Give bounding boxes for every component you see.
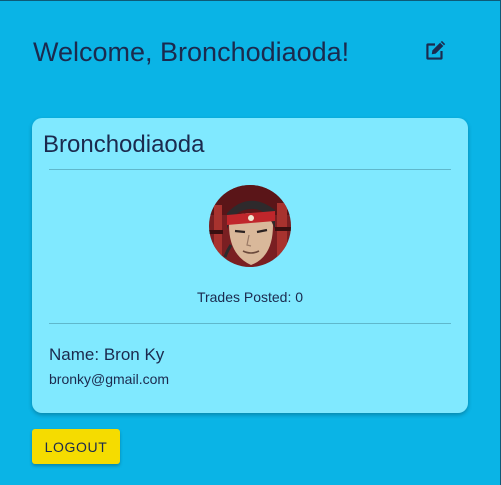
trades-count: 0 bbox=[295, 289, 304, 305]
edit-profile-button[interactable] bbox=[420, 38, 450, 68]
divider bbox=[49, 169, 451, 170]
name-label: Name: bbox=[49, 345, 100, 364]
logout-button[interactable]: LOGOUT bbox=[32, 429, 120, 464]
edit-icon bbox=[422, 38, 448, 69]
divider bbox=[49, 323, 451, 324]
trades-label: Trades Posted: bbox=[196, 289, 292, 305]
profile-username: Bronchodiaoda bbox=[43, 131, 205, 158]
page-title: Welcome, Bronchodiaoda! bbox=[33, 37, 350, 67]
avatar bbox=[209, 185, 291, 267]
top-border bbox=[0, 0, 501, 1]
trades-posted: Trades Posted: 0 bbox=[32, 288, 468, 306]
profile-card: Bronchodiaoda Trades Posted: 0 Name: Bro… bbox=[32, 118, 468, 413]
name-value: Bron Ky bbox=[103, 345, 165, 364]
user-email: bronky@gmail.com bbox=[49, 371, 170, 387]
user-full-name: Name: Bron Ky bbox=[49, 344, 164, 366]
